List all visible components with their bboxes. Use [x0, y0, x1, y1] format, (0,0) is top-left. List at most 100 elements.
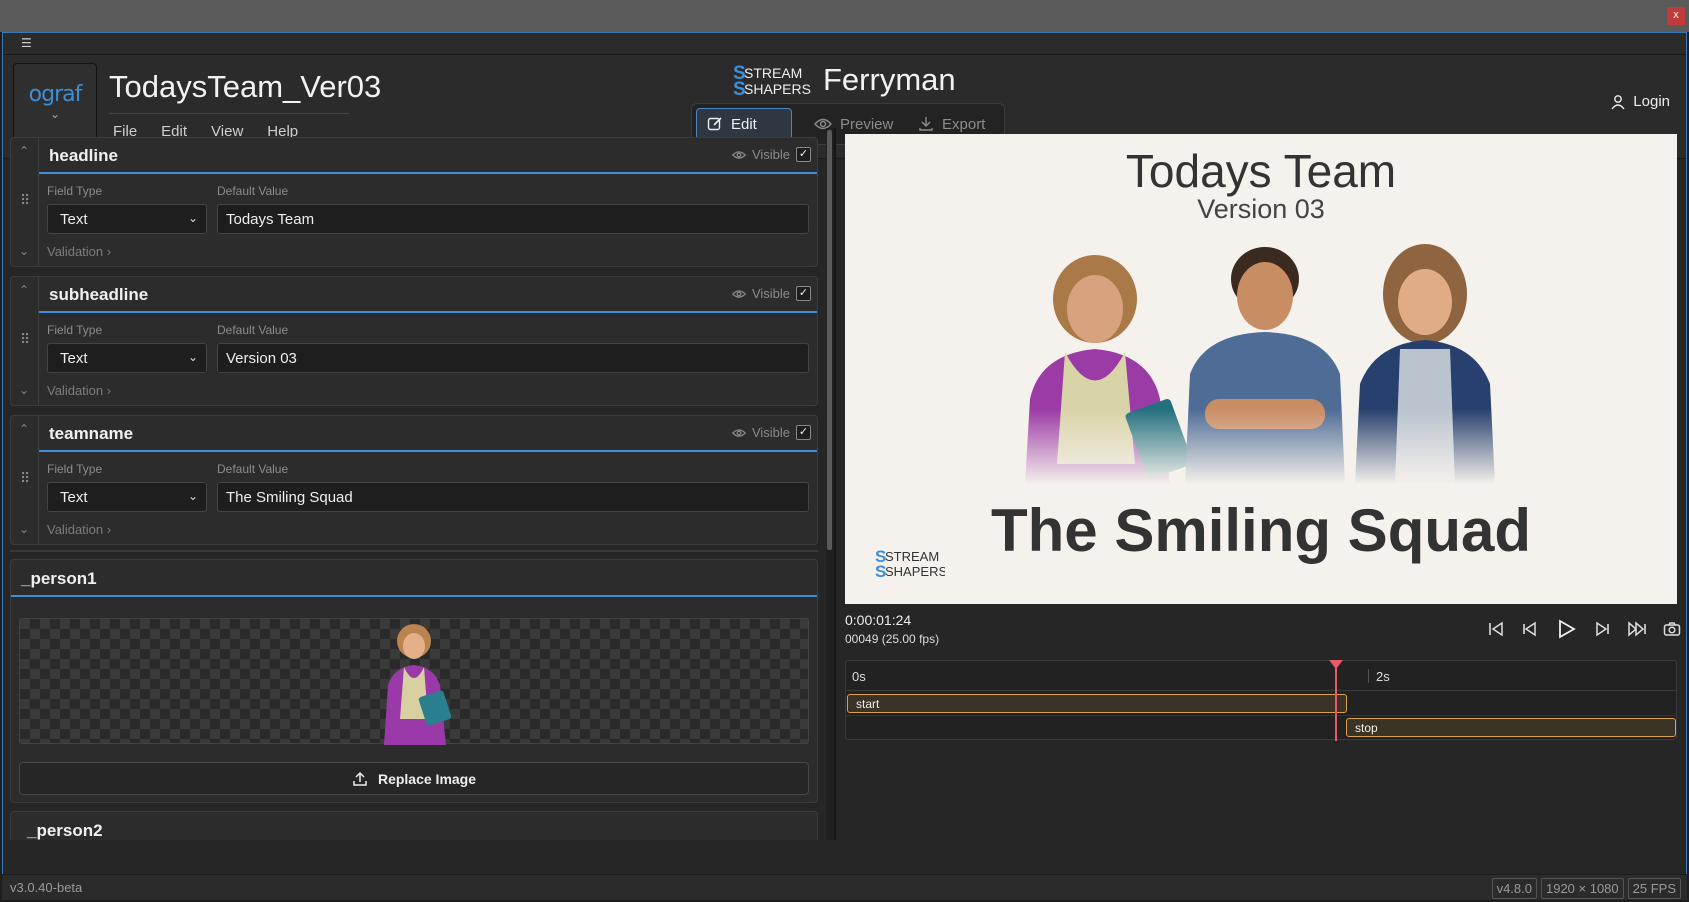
hamburger-icon[interactable]: ☰	[21, 36, 32, 50]
eye-icon	[731, 289, 746, 298]
validation-toggle[interactable]: Validation ›	[47, 522, 111, 537]
window-close-button[interactable]: x	[1667, 7, 1685, 25]
visible-toggle[interactable]: Visible ✓	[731, 147, 811, 162]
field-type-select[interactable]: Text ⌄	[47, 343, 207, 373]
login-label: Login	[1633, 93, 1670, 110]
camera-icon[interactable]	[1663, 621, 1681, 637]
playhead-handle[interactable]	[1329, 660, 1343, 669]
step-forward-icon[interactable]	[1593, 620, 1611, 638]
visible-label: Visible	[751, 286, 790, 301]
card-handle[interactable]: ⌃ ⠿ ⌄	[11, 416, 39, 544]
field-name[interactable]: _person1	[21, 569, 97, 589]
field-type-label: Field Type	[47, 462, 103, 476]
visible-checkbox[interactable]: ✓	[796, 286, 811, 301]
playhead[interactable]	[1335, 661, 1337, 741]
person-thumbnail	[384, 624, 452, 745]
default-value-input[interactable]: Version 03	[217, 343, 809, 373]
card-handle[interactable]: ⌃ ⠿ ⌄	[11, 138, 39, 266]
timecode: 0:00:01:24	[845, 612, 912, 628]
scrollbar-thumb[interactable]	[827, 130, 832, 550]
field-name[interactable]: subheadline	[49, 285, 148, 305]
validation-toggle[interactable]: Validation ›	[47, 244, 111, 259]
field-name[interactable]: _person2	[27, 821, 103, 840]
field-name[interactable]: teamname	[49, 424, 133, 444]
field-type-select[interactable]: Text ⌄	[47, 482, 207, 512]
drag-handle-icon[interactable]: ⠿	[20, 192, 30, 209]
drag-handle-icon[interactable]: ⠿	[20, 470, 30, 487]
timeline-clip-start[interactable]: start	[847, 694, 1347, 713]
validation-label: Validation	[47, 244, 104, 259]
visible-toggle[interactable]: Visible ✓	[731, 286, 811, 301]
image-field-card: _person2	[10, 811, 818, 840]
chevron-down-icon: ⌄	[187, 350, 198, 364]
field-type-value: Text	[60, 489, 88, 506]
visible-label: Visible	[751, 147, 790, 162]
chevron-down-icon[interactable]: ⌄	[19, 522, 29, 536]
field-type-label: Field Type	[47, 184, 103, 198]
title-underline	[109, 113, 349, 114]
field-name[interactable]: headline	[49, 146, 118, 166]
field-card: ⌃ ⠿ ⌄ subheadline Visible ✓ Field Type D…	[10, 276, 818, 406]
tick-label: 0s	[852, 669, 866, 684]
skip-to-start-icon[interactable]	[1487, 620, 1505, 638]
user-icon	[1611, 94, 1625, 109]
mode-preview-label: Preview	[840, 115, 894, 133]
chevron-up-icon[interactable]: ⌃	[19, 422, 29, 436]
top-strip: ☰	[3, 33, 1686, 55]
validation-toggle[interactable]: Validation ›	[47, 383, 111, 398]
fast-forward-icon[interactable]	[1627, 620, 1647, 638]
stream-shapers-logo: S STREAM S SHAPERS	[733, 63, 811, 99]
document-title[interactable]: TodaysTeam_Ver03	[109, 69, 381, 105]
ograf-logo: ograf	[28, 82, 83, 107]
image-field-card: _person1 Replace Image	[10, 559, 818, 803]
preview-teamname: The Smiling Squad	[990, 497, 1532, 564]
drag-handle-icon[interactable]: ⠿	[20, 331, 30, 348]
status-bar: v3.0.40-beta v4.8.0 1920 × 1080 25 FPS	[2, 874, 1687, 900]
brand: S STREAM S SHAPERS Ferryman	[733, 61, 956, 99]
chevron-right-icon: ›	[106, 522, 112, 537]
panel-splitter[interactable]	[834, 128, 836, 840]
card-handle[interactable]: ⌃ ⠿ ⌄	[11, 277, 39, 405]
timeline-clip-stop[interactable]: stop	[1346, 718, 1676, 737]
field-type-label: Field Type	[47, 323, 103, 337]
chevron-right-icon: ›	[106, 383, 112, 398]
clip-label: stop	[1355, 721, 1378, 735]
default-value-label: Default Value	[217, 323, 289, 337]
chevron-right-icon: ›	[106, 244, 112, 259]
chevron-up-icon[interactable]: ⌃	[19, 283, 29, 297]
replace-image-label: Replace Image	[377, 770, 477, 787]
field-type-select[interactable]: Text ⌄	[47, 204, 207, 234]
field-card: ⌃ ⠿ ⌄ teamname Visible ✓ Field Type Defa…	[10, 415, 818, 545]
play-icon[interactable]	[1555, 618, 1577, 640]
tick-mark	[1368, 669, 1369, 683]
replace-image-button[interactable]: Replace Image	[19, 762, 809, 795]
visible-checkbox[interactable]: ✓	[796, 147, 811, 162]
field-type-value: Text	[60, 350, 88, 367]
default-value-input[interactable]: Todays Team	[217, 204, 809, 234]
step-back-icon[interactable]	[1521, 620, 1539, 638]
card-header: teamname Visible ✓	[39, 416, 817, 452]
chevron-down-icon[interactable]: ⌄	[19, 383, 29, 397]
visible-checkbox[interactable]: ✓	[796, 425, 811, 440]
chevron-up-icon[interactable]: ⌃	[19, 144, 29, 158]
preview-subtitle: Version 03	[1197, 194, 1325, 224]
visible-label: Visible	[751, 425, 790, 440]
chevron-down-icon: ⌄	[49, 107, 61, 121]
default-value-input[interactable]: The Smiling Squad	[217, 482, 809, 512]
image-preview	[19, 618, 809, 745]
login-button[interactable]: Login	[1611, 93, 1670, 110]
preview-logo-bottom: SHAPERS	[885, 564, 945, 579]
validation-label: Validation	[47, 383, 104, 398]
brand-logo-top: STREAM	[744, 65, 802, 81]
chevron-down-icon[interactable]: ⌄	[19, 244, 29, 258]
timeline-ruler[interactable]: 0s 2s	[846, 661, 1676, 691]
tick-label: 2s	[1376, 669, 1390, 684]
card-header: _person1	[11, 560, 817, 597]
card-header: subheadline Visible ✓	[39, 277, 817, 313]
visible-toggle[interactable]: Visible ✓	[731, 425, 811, 440]
os-titlebar: x	[0, 0, 1689, 32]
timeline[interactable]: 0s 2s start stop	[845, 660, 1677, 741]
status-badge: v4.8.0	[1491, 878, 1537, 899]
chevron-down-icon: ⌄	[187, 211, 198, 225]
clip-label: start	[856, 697, 880, 711]
